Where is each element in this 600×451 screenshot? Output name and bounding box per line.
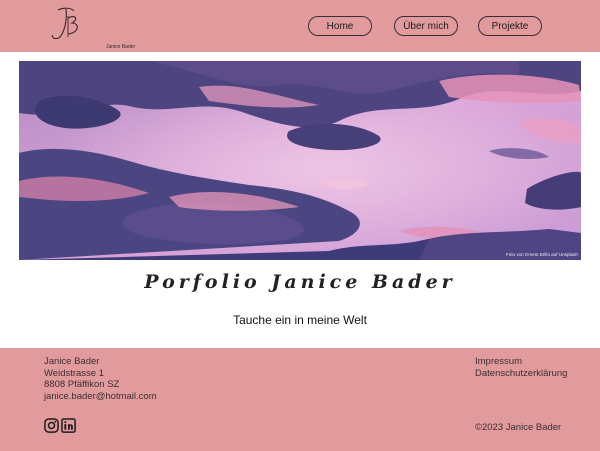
address-name: Janice Bader: [44, 356, 100, 367]
page-title: Porfolio Janice Bader: [144, 271, 456, 293]
instagram-icon[interactable]: [44, 418, 59, 433]
copyright-text: ©2023 Janice Bader: [475, 422, 562, 433]
impressum-link[interactable]: Impressum: [475, 356, 567, 368]
sunset-clouds-photo: [19, 61, 581, 260]
address-city: 8808 Pfäffikon SZ: [44, 379, 120, 390]
footer-links: Impressum Datenschutzerklärung: [475, 356, 567, 379]
nav-projects-button[interactable]: Projekte: [478, 16, 542, 36]
photo-credit: Foto von Ernest Brillo auf Unsplash: [505, 252, 578, 257]
contact-address: Janice Bader Weidstrasse 1 8808 Pfäffiko…: [44, 356, 157, 402]
logo-caption: Janice Bader: [106, 44, 136, 50]
hero-image: Foto von Ernest Brillo auf Unsplash: [19, 61, 581, 260]
site-header: Janice Bader Home Über mich Projekte: [0, 0, 600, 52]
page-subtitle: Tauche ein in meine Welt: [233, 313, 367, 327]
social-links: [44, 418, 76, 433]
linkedin-icon[interactable]: [61, 418, 76, 433]
nav-home-button[interactable]: Home: [308, 16, 372, 36]
site-footer: Janice Bader Weidstrasse 1 8808 Pfäffiko…: [0, 348, 600, 451]
address-email[interactable]: janice.bader@hotmail.com: [44, 391, 157, 403]
address-street: Weidstrasse 1: [44, 367, 105, 379]
jb-logo[interactable]: Janice Bader: [44, 4, 135, 50]
jb-monogram-icon: [51, 7, 78, 40]
nav-about-button[interactable]: Über mich: [394, 16, 458, 36]
privacy-link[interactable]: Datenschutzerklärung: [475, 368, 567, 380]
